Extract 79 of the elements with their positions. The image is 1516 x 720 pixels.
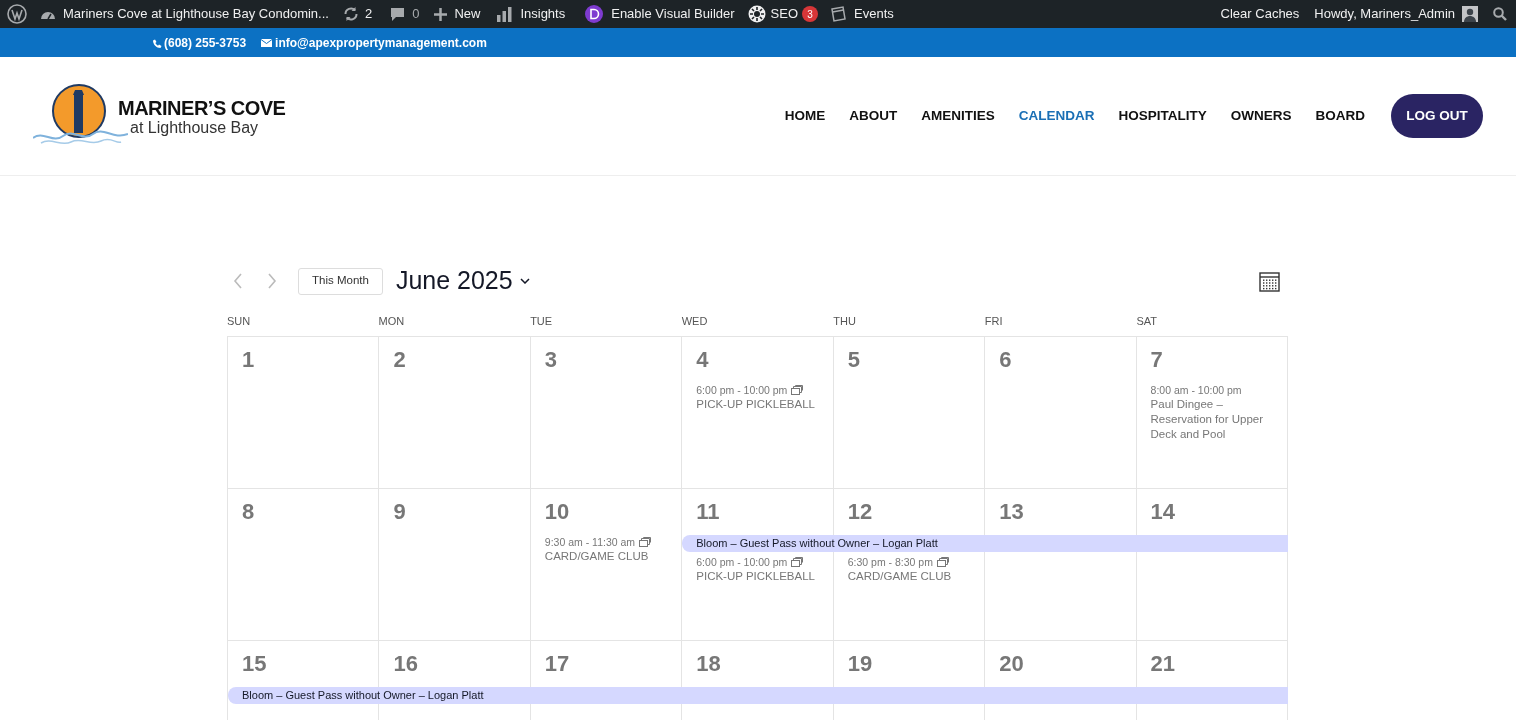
site-title-link[interactable]: Mariners Cove at Lighthouse Bay Condomin... xyxy=(63,4,329,24)
weekday-label: MON xyxy=(378,314,406,329)
updates-icon[interactable] xyxy=(342,6,359,22)
updates-count[interactable]: 2 xyxy=(364,4,373,24)
visual-builder-link[interactable]: Enable Visual Builder xyxy=(611,4,735,24)
phone-icon xyxy=(152,38,162,49)
event-title[interactable]: PICK-UP PICKLEBALL xyxy=(696,397,825,412)
search-icon[interactable] xyxy=(1493,7,1507,21)
month-picker[interactable]: June 2025 xyxy=(395,262,530,300)
nav-link[interactable]: BOARD xyxy=(1315,105,1365,127)
event-time: 9:30 am - 11:30 am xyxy=(544,535,636,549)
plus-icon[interactable] xyxy=(434,7,448,21)
day-number[interactable]: 5 xyxy=(847,347,977,373)
day-number[interactable]: 10 xyxy=(544,499,674,525)
insights-link[interactable]: Insights xyxy=(520,4,566,24)
phone-link[interactable]: (608) 255-3753 xyxy=(164,33,247,52)
day-number[interactable]: 15 xyxy=(242,651,371,677)
day-number[interactable]: 3 xyxy=(544,347,674,373)
day-number[interactable]: 1 xyxy=(242,347,371,373)
day-number[interactable]: 14 xyxy=(1150,499,1279,525)
weekday-label: TUE xyxy=(530,314,554,329)
event-title[interactable]: Paul Dingee – Reservation for Upper Deck and Pool xyxy=(1150,397,1279,442)
day-number[interactable]: 4 xyxy=(696,347,825,373)
calendar-icon[interactable] xyxy=(830,6,847,22)
wordpress-logo-icon xyxy=(7,4,27,24)
calendar-view-icon[interactable] xyxy=(1259,270,1280,292)
day-number[interactable]: 2 xyxy=(393,347,522,373)
multiday-event-bar[interactable]: Bloom – Guest Pass without Owner – Logan Platt xyxy=(682,535,1288,552)
day-number[interactable]: 19 xyxy=(847,651,977,677)
day-number[interactable]: 11 xyxy=(696,499,825,525)
event-time: 6:30 pm - 8:30 pm xyxy=(847,555,933,569)
logout-button[interactable]: LOG OUT xyxy=(1391,94,1483,138)
weekday-label: FRI xyxy=(984,314,1004,329)
weekday-label: SAT xyxy=(1136,314,1158,329)
builder-logo-icon[interactable] xyxy=(585,5,604,23)
nav-link[interactable]: OWNERS xyxy=(1230,105,1292,127)
account-link[interactable]: Howdy, Mariners_Admin xyxy=(1314,4,1455,24)
weekday-label: SUN xyxy=(227,314,252,329)
event-time: 6:00 pm - 10:00 pm xyxy=(696,555,788,569)
email-link[interactable]: info@apexpropertymanagement.com xyxy=(275,33,487,52)
logo-subtitle: at Lighthouse Bay xyxy=(130,119,260,137)
logo-title: MARINER’S COVE xyxy=(118,97,286,119)
this-month-button[interactable]: This Month xyxy=(298,267,383,295)
event-time: 8:00 am - 10:00 pm xyxy=(1150,383,1242,397)
gear-icon[interactable] xyxy=(747,5,766,23)
day-number[interactable]: 18 xyxy=(696,651,825,677)
day-number[interactable]: 13 xyxy=(999,499,1128,525)
weekday-label: WED xyxy=(681,314,709,329)
weekday-label: THU xyxy=(833,314,857,329)
day-number[interactable]: 9 xyxy=(393,499,522,525)
day-number[interactable]: 20 xyxy=(999,651,1128,677)
day-number[interactable]: 17 xyxy=(544,651,674,677)
nav-link[interactable]: HOME xyxy=(784,105,826,127)
day-number[interactable]: 8 xyxy=(242,499,371,525)
envelope-icon xyxy=(261,38,273,47)
nav-link[interactable]: HOSPITALITY xyxy=(1118,105,1207,127)
multiday-event-bar[interactable]: Bloom – Guest Pass without Owner – Logan Platt xyxy=(228,687,1288,704)
comment-icon[interactable] xyxy=(390,6,406,22)
day-number[interactable]: 21 xyxy=(1150,651,1279,677)
chevron-down-icon xyxy=(519,278,530,284)
event-time: 6:00 pm - 10:00 pm xyxy=(696,383,788,397)
day-number[interactable]: 6 xyxy=(999,347,1128,373)
event-title[interactable]: CARD/GAME CLUB xyxy=(847,569,977,584)
day-number[interactable]: 12 xyxy=(847,499,977,525)
new-link[interactable]: New xyxy=(454,4,481,24)
day-number[interactable]: 7 xyxy=(1150,347,1279,373)
event-title[interactable]: CARD/GAME CLUB xyxy=(544,549,674,564)
avatar-icon[interactable] xyxy=(1462,6,1478,22)
comments-count[interactable]: 0 xyxy=(412,4,420,24)
day-number[interactable]: 16 xyxy=(393,651,522,677)
clear-caches-link[interactable]: Clear Caches xyxy=(1220,4,1300,24)
nav-link[interactable]: ABOUT xyxy=(849,105,898,127)
nav-link[interactable]: AMENITIES xyxy=(921,105,995,127)
nav-link[interactable]: CALENDAR xyxy=(1018,105,1095,127)
seo-link[interactable]: SEO xyxy=(770,4,799,24)
bar-chart-icon[interactable] xyxy=(497,6,513,22)
event-title[interactable]: PICK-UP PICKLEBALL xyxy=(696,569,825,584)
notification-badge: 3 xyxy=(802,6,819,22)
events-link[interactable]: Events xyxy=(854,4,894,24)
